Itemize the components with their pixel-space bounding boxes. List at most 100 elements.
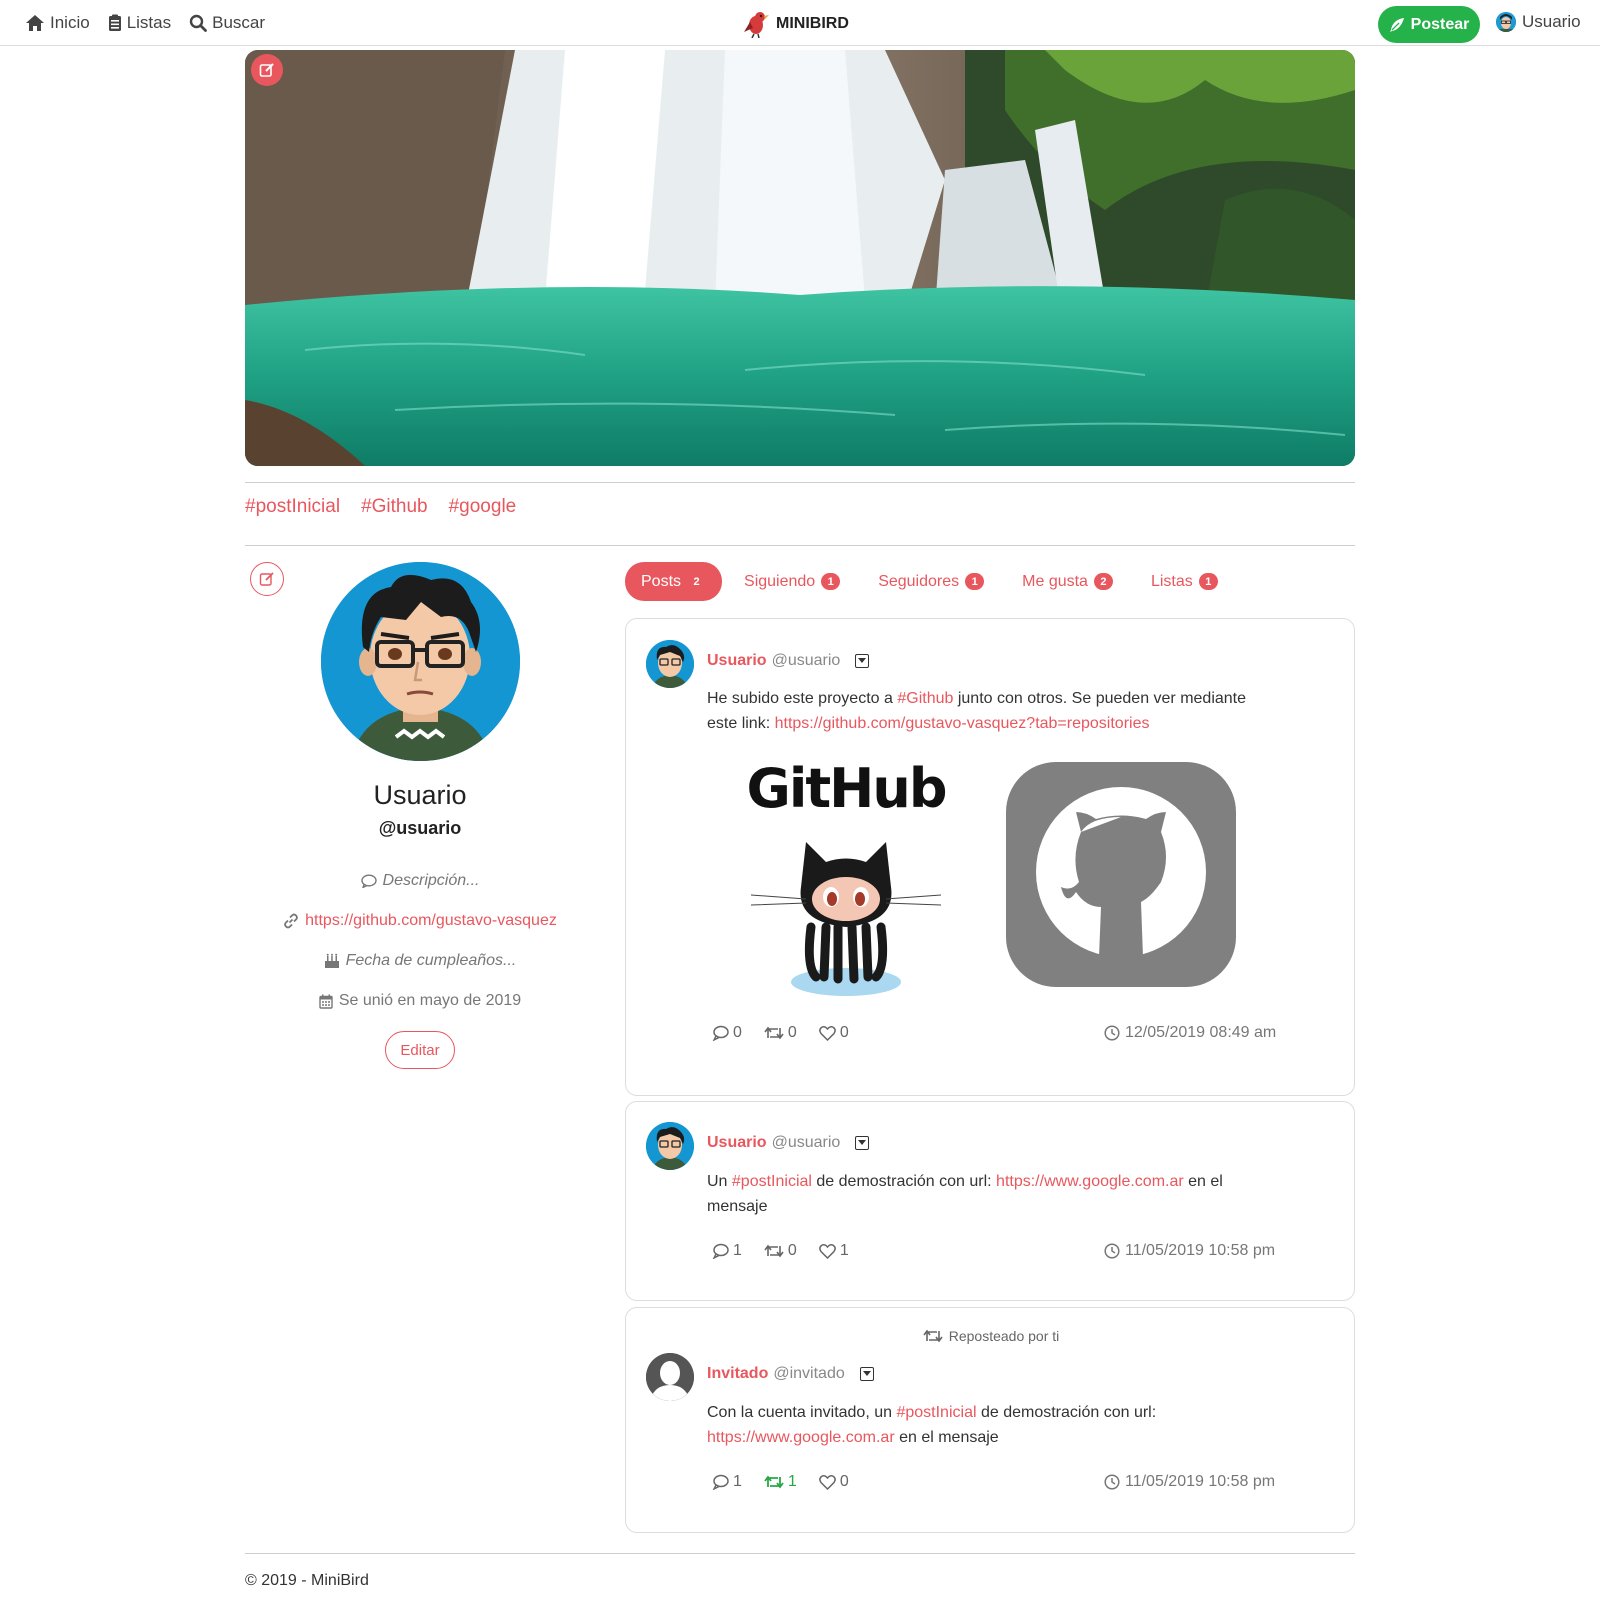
- profile-website-link[interactable]: https://github.com/gustavo-vasquez: [305, 912, 557, 930]
- url-link[interactable]: https://www.google.com.ar: [707, 1429, 895, 1446]
- post-card[interactable]: Usuario @usuario He subido este proyecto…: [625, 618, 1355, 1096]
- url-link[interactable]: https://www.google.com.ar: [996, 1173, 1184, 1190]
- repost-button[interactable]: 0: [764, 1024, 797, 1042]
- edit-profile-icon-button[interactable]: [250, 562, 284, 596]
- post-button-label: Postear: [1410, 15, 1470, 33]
- profile-birthday: Fecha de cumpleaños...: [245, 952, 595, 970]
- post-image[interactable]: GitHub: [746, 757, 1246, 997]
- reply-count: 0: [733, 1024, 742, 1041]
- like-button[interactable]: 0: [818, 1473, 849, 1491]
- author-avatar[interactable]: [646, 640, 694, 688]
- profile-joined: Se unió en mayo de 2019: [245, 992, 595, 1010]
- clock-icon: [1104, 1025, 1120, 1041]
- post-timestamp: 12/05/2019 08:49 am: [1104, 1024, 1276, 1042]
- retweet-icon: [764, 1026, 784, 1040]
- repost-button[interactable]: 0: [764, 1242, 797, 1260]
- hashtag-google[interactable]: #google: [449, 496, 517, 518]
- count-badge: 1: [1198, 573, 1218, 590]
- octocat-icon: [750, 842, 942, 996]
- tab-likes[interactable]: Me gusta 2: [1006, 562, 1129, 601]
- reply-button[interactable]: 1: [712, 1473, 742, 1491]
- post-header: Usuario @usuario: [707, 1134, 870, 1152]
- post-text-segment: de demostración con url:: [976, 1404, 1157, 1421]
- post-options-dropdown[interactable]: [859, 1367, 874, 1381]
- post-text: Un #postInicial de demostración con url:…: [707, 1169, 1267, 1219]
- hashtag-link[interactable]: #Github: [897, 690, 953, 707]
- repost-count: 0: [787, 1242, 797, 1259]
- chevron-down-icon: [862, 1371, 871, 1376]
- author-handle[interactable]: @usuario: [772, 1134, 841, 1152]
- tab-label: Listas: [1150, 572, 1193, 590]
- trending-hashtags: #postInicial #Github #google: [245, 496, 516, 518]
- edit-icon: [259, 572, 274, 586]
- comment-icon: [712, 1025, 729, 1041]
- user-menu-label: Usuario: [1522, 12, 1581, 31]
- user-menu[interactable]: Usuario: [1496, 12, 1581, 32]
- post-button[interactable]: Postear: [1378, 6, 1480, 43]
- footer-copyright: © 2019 - MiniBird: [245, 1572, 369, 1589]
- author-name[interactable]: Invitado: [707, 1365, 768, 1383]
- nav-left: Inicio Listas Buscar: [25, 0, 265, 46]
- edit-banner-button[interactable]: [251, 54, 283, 86]
- profile-avatar: [321, 562, 520, 761]
- repost-count: 1: [787, 1473, 797, 1490]
- reply-button[interactable]: 1: [712, 1242, 742, 1260]
- link-icon: [284, 913, 299, 929]
- author-avatar[interactable]: [646, 1122, 694, 1170]
- tab-lists[interactable]: Listas 1: [1135, 562, 1234, 601]
- post-options-dropdown[interactable]: [855, 1136, 870, 1150]
- feather-icon: [1389, 17, 1404, 32]
- post-text-segment: Con la cuenta invitado, un: [707, 1404, 897, 1421]
- clock-icon: [1104, 1474, 1120, 1490]
- repost-note-text: Reposteado por ti: [948, 1328, 1060, 1344]
- hashtag-link[interactable]: #postInicial: [896, 1404, 976, 1421]
- nav-lists[interactable]: Listas: [108, 13, 171, 33]
- profile-description-text: Descripción...: [382, 872, 480, 889]
- author-name[interactable]: Usuario: [707, 1134, 767, 1152]
- like-button[interactable]: 1: [818, 1242, 849, 1260]
- brand[interactable]: MINIBIRD: [742, 10, 849, 38]
- repost-button[interactable]: 1: [764, 1473, 797, 1491]
- count-badge: 1: [965, 573, 985, 590]
- profile-website[interactable]: https://github.com/gustavo-vasquez: [245, 912, 595, 930]
- post-header: Invitado @invitado: [707, 1365, 874, 1383]
- reply-button[interactable]: 0: [712, 1024, 742, 1042]
- post-card[interactable]: Usuario @usuario Un #postInicial de demo…: [625, 1101, 1355, 1301]
- author-handle[interactable]: @usuario: [772, 652, 841, 670]
- author-handle[interactable]: @invitado: [773, 1365, 844, 1383]
- retweet-icon: [923, 1329, 943, 1343]
- tab-followers[interactable]: Seguidores 1: [862, 562, 1000, 601]
- post-options-dropdown[interactable]: [855, 654, 870, 668]
- retweet-icon: [764, 1244, 784, 1258]
- post-text-segment: He subido este proyecto a: [707, 690, 898, 707]
- nav-search[interactable]: Buscar: [189, 13, 265, 33]
- post-card[interactable]: Reposteado por ti Invitado @invitado Con…: [625, 1307, 1355, 1533]
- post-text: Con la cuenta invitado, un #postInicial …: [707, 1400, 1267, 1450]
- repost-note: Reposteado por ti: [626, 1328, 1356, 1344]
- reply-count: 1: [733, 1242, 742, 1259]
- clock-icon: [1104, 1243, 1120, 1259]
- like-count: 0: [839, 1024, 849, 1041]
- navbar: Inicio Listas Buscar MINIBIRD Postear Us…: [0, 0, 1600, 46]
- hashtag-link[interactable]: #postInicial: [732, 1173, 812, 1190]
- tab-following[interactable]: Siguiendo 1: [728, 562, 856, 601]
- url-link[interactable]: https://github.com/gustavo-vasquez?tab=r…: [775, 715, 1150, 732]
- like-count: 1: [839, 1242, 849, 1259]
- tab-label: Seguidores: [878, 572, 960, 590]
- post-time: 11/05/2019 10:58 pm: [1125, 1242, 1276, 1259]
- nav-home[interactable]: Inicio: [25, 13, 90, 33]
- profile-tabs: Posts 2 Siguiendo 1 Seguidores 1 Me gust…: [625, 562, 1240, 601]
- divider: [245, 545, 1355, 546]
- author-name[interactable]: Usuario: [707, 652, 767, 670]
- nav-lists-label: Listas: [126, 13, 172, 32]
- author-avatar[interactable]: [646, 1353, 694, 1401]
- hashtag-github[interactable]: #Github: [361, 496, 428, 518]
- tab-posts[interactable]: Posts 2: [625, 562, 723, 601]
- like-button[interactable]: 0: [818, 1024, 849, 1042]
- edit-profile-button[interactable]: Editar: [385, 1031, 455, 1069]
- hashtag-postinicial[interactable]: #postInicial: [245, 496, 340, 518]
- post-time: 11/05/2019 10:58 pm: [1125, 1473, 1276, 1490]
- post-timestamp: 11/05/2019 10:58 pm: [1104, 1473, 1275, 1491]
- post-text-segment: Un: [707, 1173, 732, 1190]
- edit-icon: [259, 63, 274, 77]
